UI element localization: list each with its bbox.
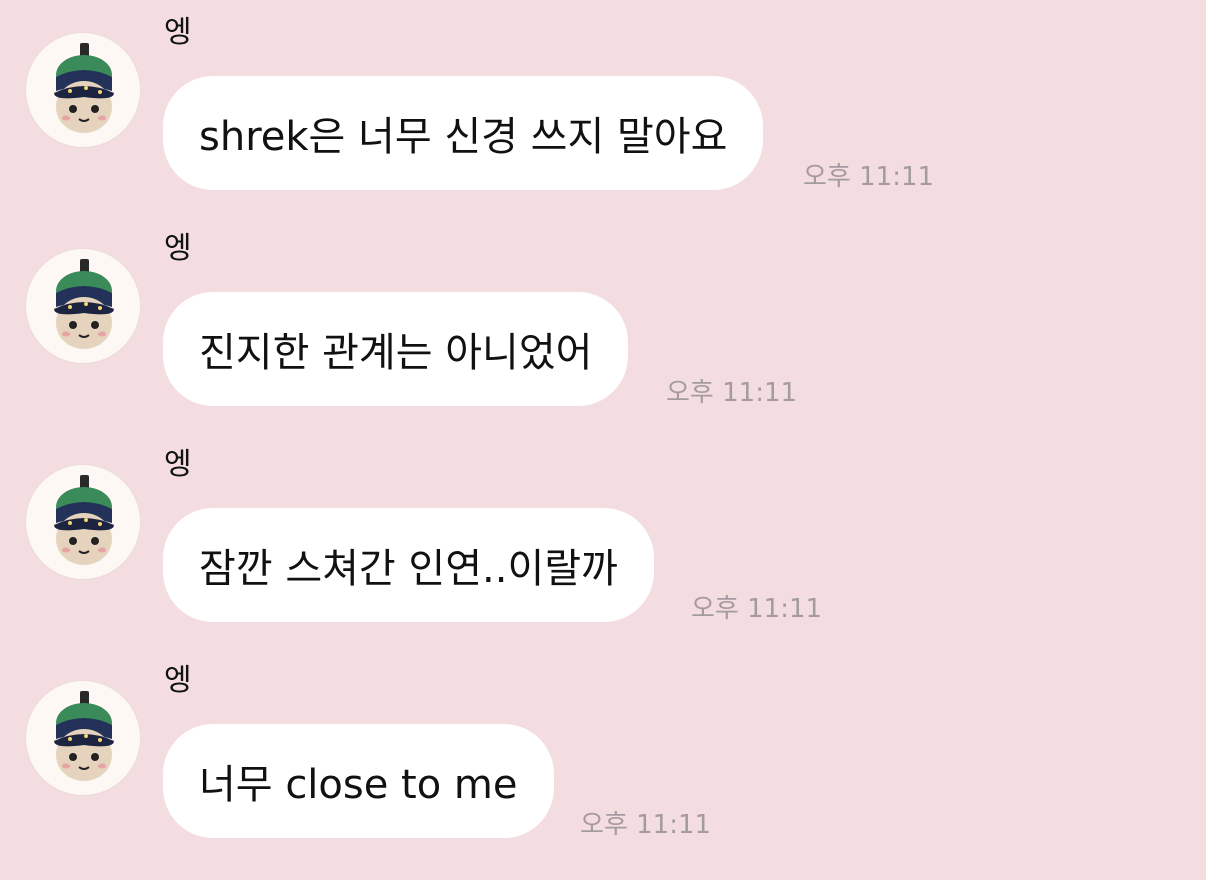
sender-name: 엥: [164, 231, 192, 266]
sender-name: 엥: [164, 447, 192, 482]
avatar[interactable]: [25, 464, 141, 580]
plush-doll-avatar-icon: [54, 475, 114, 565]
plush-doll-avatar-icon: [54, 43, 114, 133]
message-bubble[interactable]: 너무 close to me: [163, 724, 554, 838]
avatar[interactable]: [25, 32, 141, 148]
sender-name: 엥: [164, 15, 192, 50]
message-timestamp: 오후 11:11: [580, 810, 712, 840]
plush-doll-avatar-icon: [54, 691, 114, 781]
message-bubble[interactable]: shrek은 너무 신경 쓰지 말아요: [163, 76, 764, 190]
message-bubble[interactable]: 잠깐 스쳐간 인연..이랄까: [163, 508, 654, 622]
avatar[interactable]: [25, 680, 141, 796]
message-group: 엥 잠깐 스쳐간 인연..이랄까 오후 11:11: [0, 450, 1206, 664]
sender-name: 엥: [164, 663, 192, 698]
message-group: 엥 진지한 관계는 아니었어 오후 11:11: [0, 234, 1206, 448]
message-group: 엥 너무 close to me 오후 11:11: [0, 666, 1206, 880]
plush-doll-avatar-icon: [54, 259, 114, 349]
avatar[interactable]: [25, 248, 141, 364]
message-timestamp: 오후 11:11: [803, 162, 935, 192]
message-group: 엥 shrek은 너무 신경 쓰지 말아요 오후 11:11: [0, 18, 1206, 232]
chat-screen: { "messages": [ {"sender": "엥", "text": …: [0, 0, 1206, 870]
message-bubble[interactable]: 진지한 관계는 아니었어: [163, 292, 629, 406]
message-timestamp: 오후 11:11: [691, 594, 823, 624]
message-timestamp: 오후 11:11: [666, 378, 798, 408]
